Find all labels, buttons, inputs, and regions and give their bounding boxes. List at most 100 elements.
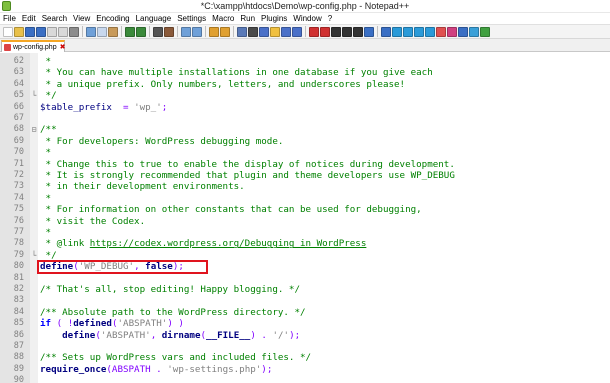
code-line[interactable]: 68 ⊟/** — [0, 124, 610, 135]
code-line[interactable]: 72 * It is strongly recommended that plu… — [0, 170, 610, 181]
code-line[interactable]: 83 — [0, 295, 610, 306]
replace-icon[interactable] — [164, 26, 174, 37]
plugin-h-icon[interactable] — [458, 26, 468, 37]
close-all-icon[interactable] — [58, 26, 68, 37]
line-number: 83 — [13, 295, 24, 306]
code-token: * @link — [40, 238, 90, 250]
cut-icon[interactable] — [86, 26, 96, 37]
menu-item-macro[interactable]: Macro — [209, 13, 237, 24]
code-line[interactable]: 86 define('ABSPATH', dirname(__FILE__) .… — [0, 330, 610, 341]
code-line[interactable]: 85 if ( !defined('ABSPATH') ) — [0, 318, 610, 329]
code-line[interactable]: 84 /** Absolute path to the WordPress dir… — [0, 307, 610, 318]
code-text: require_once(ABSPATH . 'wp-settings.php'… — [40, 364, 272, 375]
menu-item-run[interactable]: Run — [237, 13, 258, 24]
code-token: * — [40, 147, 52, 159]
menu-item-edit[interactable]: Edit — [19, 13, 39, 24]
plugin-c-icon[interactable] — [403, 26, 413, 37]
code-line[interactable]: 73 * in their development environments. — [0, 181, 610, 192]
menu-item-window[interactable]: Window — [290, 13, 324, 24]
stop-macro-icon[interactable] — [331, 26, 341, 37]
indent-guide-icon[interactable] — [259, 26, 269, 37]
editor[interactable]: 62 * 63 * You can have multiple installat… — [0, 53, 610, 383]
tab-wp-config[interactable]: wp-config.php ✖ — [1, 40, 65, 52]
window-title: *C:\xampp\htdocs\Demo\wp-config.php - No… — [200, 1, 410, 11]
zoom-in-icon[interactable] — [181, 26, 191, 37]
menu-item-settings[interactable]: Settings — [174, 13, 209, 24]
code-line[interactable]: 81 — [0, 273, 610, 284]
code-token: * For developers: WordPress debugging mo… — [40, 135, 284, 147]
menu-item-help[interactable]: ? — [325, 13, 335, 24]
folder-workspace-icon[interactable] — [292, 26, 302, 37]
line-number: 67 — [13, 113, 24, 123]
code-line[interactable]: 69 * For developers: WordPress debugging… — [0, 136, 610, 147]
line-number: 75 — [13, 204, 24, 215]
line-number: 79 — [13, 249, 24, 260]
plugin-e-icon[interactable] — [425, 26, 435, 37]
line-number: 65 — [13, 90, 24, 101]
code-line[interactable]: 74 * — [0, 193, 610, 204]
zoom-out-icon[interactable] — [192, 26, 202, 37]
plugin-i-icon[interactable] — [469, 26, 479, 37]
menu-item-plugins[interactable]: Plugins — [258, 13, 290, 24]
record-macro-icon[interactable] — [320, 26, 330, 37]
code-line[interactable]: 66 $table_prefix = 'wp_'; — [0, 102, 610, 113]
menu-item-view[interactable]: View — [70, 13, 93, 24]
code-line[interactable]: 78 * @link https://codex.wordpress.org/D… — [0, 238, 610, 249]
code-line[interactable]: 87 — [0, 341, 610, 352]
code-line[interactable]: 88 /** Sets up WordPress vars and include… — [0, 352, 610, 363]
code-token: 'ABSPATH' — [100, 329, 151, 341]
plugin-a-icon[interactable] — [381, 26, 391, 37]
code-line[interactable]: 71 * Change this to true to enable the d… — [0, 159, 610, 170]
save-all-icon[interactable] — [36, 26, 46, 37]
save-macro-icon[interactable] — [364, 26, 374, 37]
new-file-icon[interactable] — [3, 26, 13, 37]
sync-horizontal-icon[interactable] — [220, 26, 230, 37]
code-line[interactable]: 75 * For information on other constants … — [0, 204, 610, 215]
open-file-icon[interactable] — [14, 26, 24, 37]
code-line[interactable]: 90 — [0, 375, 610, 383]
line-number: 70 — [13, 147, 24, 158]
menu-item-file[interactable]: File — [0, 13, 19, 24]
show-all-chars-icon[interactable] — [248, 26, 258, 37]
plugin-b-icon[interactable] — [392, 26, 402, 37]
line-number: 66 — [13, 101, 24, 112]
code-line[interactable]: 63 * You can have multiple installations… — [0, 67, 610, 78]
code-line[interactable]: 89 require_once(ABSPATH . 'wp-settings.ph… — [0, 364, 610, 375]
doc-map-icon[interactable] — [270, 26, 280, 37]
code-token: 'ABSPATH' — [117, 318, 168, 330]
find-icon[interactable] — [153, 26, 163, 37]
plugin-d-icon[interactable] — [414, 26, 424, 37]
line-number: 68 — [13, 124, 24, 135]
code-token[interactable]: https://codex.wordpress.org/Debugging_in… — [90, 238, 367, 249]
code-text: define('ABSPATH', dirname(__FILE__) . '/… — [40, 330, 300, 341]
undo-icon[interactable] — [125, 26, 135, 37]
tab-close-icon[interactable]: ✖ — [60, 44, 66, 51]
run-macro-multiple-icon[interactable] — [353, 26, 363, 37]
monitoring-icon[interactable] — [309, 26, 319, 37]
code-line[interactable]: 76 * visit the Codex. — [0, 216, 610, 227]
function-list-icon[interactable] — [281, 26, 291, 37]
menu-item-encoding[interactable]: Encoding — [93, 13, 132, 24]
code-line[interactable]: 82 /* That's all, stop editing! Happy blo… — [0, 284, 610, 295]
paste-icon[interactable] — [108, 26, 118, 37]
code-line[interactable]: 65 └ */ — [0, 90, 610, 101]
word-wrap-icon[interactable] — [237, 26, 247, 37]
close-icon[interactable] — [47, 26, 57, 37]
code-line[interactable]: 77 * — [0, 227, 610, 238]
code-line[interactable]: 70 * — [0, 147, 610, 158]
sync-vertical-icon[interactable] — [209, 26, 219, 37]
fold-toggle-icon[interactable]: ⊟ — [31, 124, 37, 135]
redo-icon[interactable] — [136, 26, 146, 37]
plugin-f-icon[interactable] — [436, 26, 446, 37]
plugin-j-icon[interactable] — [480, 26, 490, 37]
code-line[interactable]: 64 * a unique prefix. Only numbers, lett… — [0, 79, 610, 90]
play-macro-icon[interactable] — [342, 26, 352, 37]
copy-icon[interactable] — [97, 26, 107, 37]
code-line[interactable]: 62 * — [0, 56, 610, 67]
save-icon[interactable] — [25, 26, 35, 37]
plugin-g-icon[interactable] — [447, 26, 457, 37]
menu-item-search[interactable]: Search — [39, 13, 70, 24]
print-icon[interactable] — [69, 26, 79, 37]
code-line[interactable]: 67 — [0, 113, 610, 124]
menu-item-language[interactable]: Language — [133, 13, 175, 24]
